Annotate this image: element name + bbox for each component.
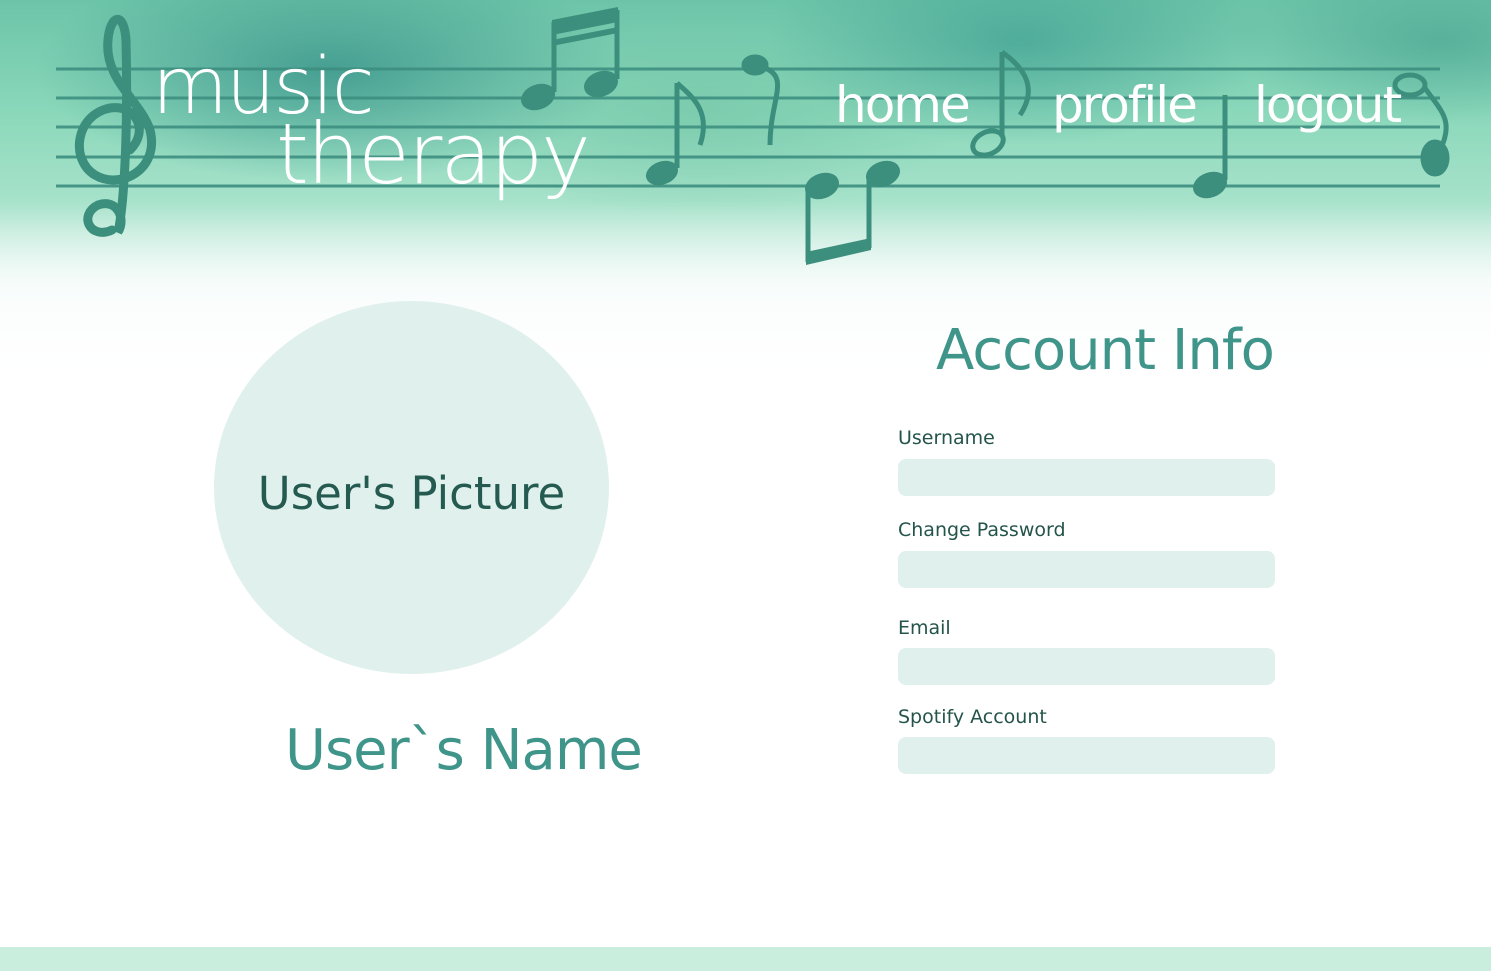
spotify-account-input[interactable]	[898, 737, 1275, 774]
email-label: Email	[898, 617, 951, 639]
account-info-title: Account Info	[936, 318, 1275, 383]
user-picture[interactable]: User's Picture	[214, 301, 609, 674]
email-input[interactable]	[898, 648, 1275, 685]
change-password-label: Change Password	[898, 519, 1066, 541]
nav-home-link[interactable]: home	[835, 80, 971, 130]
user-name: User`s Name	[285, 718, 643, 783]
spotify-account-label: Spotify Account	[898, 706, 1047, 728]
music-note-icon	[1392, 72, 1450, 177]
username-input[interactable]	[898, 459, 1275, 496]
nav-profile-link[interactable]: profile	[1052, 80, 1198, 130]
nav-logout-link[interactable]: logout	[1254, 80, 1402, 130]
username-label: Username	[898, 427, 995, 449]
music-note-icon	[805, 160, 900, 265]
page: music therapy home profile logout User's…	[0, 0, 1491, 971]
change-password-input[interactable]	[898, 551, 1275, 588]
logo-therapy: therapy	[276, 105, 591, 203]
footer-bar	[0, 947, 1491, 971]
user-picture-label: User's Picture	[257, 467, 566, 520]
